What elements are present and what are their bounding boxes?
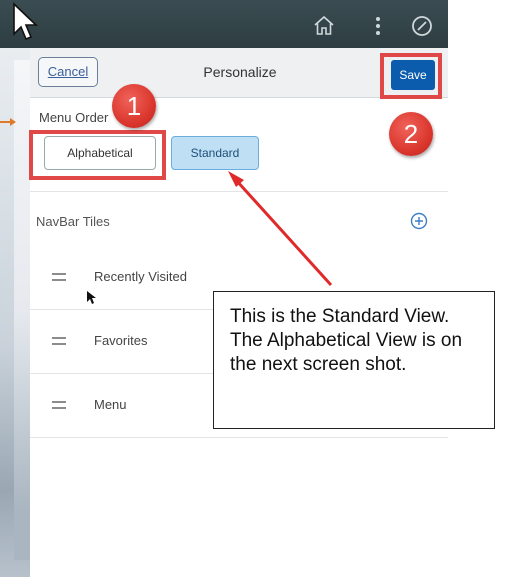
step-badge-2: 2 xyxy=(389,112,433,156)
callout-textbox: This is the Standard View. The Alphabeti… xyxy=(213,291,495,429)
drag-handle-icon[interactable] xyxy=(52,400,66,410)
cancel-button[interactable]: Cancel xyxy=(38,57,98,87)
page-title: Personalize xyxy=(203,64,277,80)
vertical-dots-icon[interactable] xyxy=(366,14,390,38)
navbar-tiles-label: NavBar Tiles xyxy=(36,214,110,229)
tile-label: Menu xyxy=(94,397,127,412)
app-header xyxy=(0,0,448,48)
menu-order-label: Menu Order xyxy=(39,110,109,125)
background-page-strip xyxy=(0,0,30,577)
save-highlight-box xyxy=(380,53,442,99)
alphabetical-highlight-box xyxy=(29,130,166,180)
section-divider xyxy=(30,191,448,192)
background-page-edge xyxy=(14,60,30,560)
drag-handle-icon[interactable] xyxy=(52,272,66,282)
tile-label: Favorites xyxy=(94,333,148,348)
standard-toggle[interactable]: Standard xyxy=(171,136,259,170)
navigation-compass-icon[interactable] xyxy=(410,14,434,38)
drag-handle-icon[interactable] xyxy=(52,336,66,346)
row-divider xyxy=(30,437,448,438)
step-badge-1: 1 xyxy=(112,84,156,128)
add-tile-icon[interactable] xyxy=(410,212,428,230)
home-icon[interactable] xyxy=(312,14,336,38)
tile-label: Recently Visited xyxy=(94,269,187,284)
